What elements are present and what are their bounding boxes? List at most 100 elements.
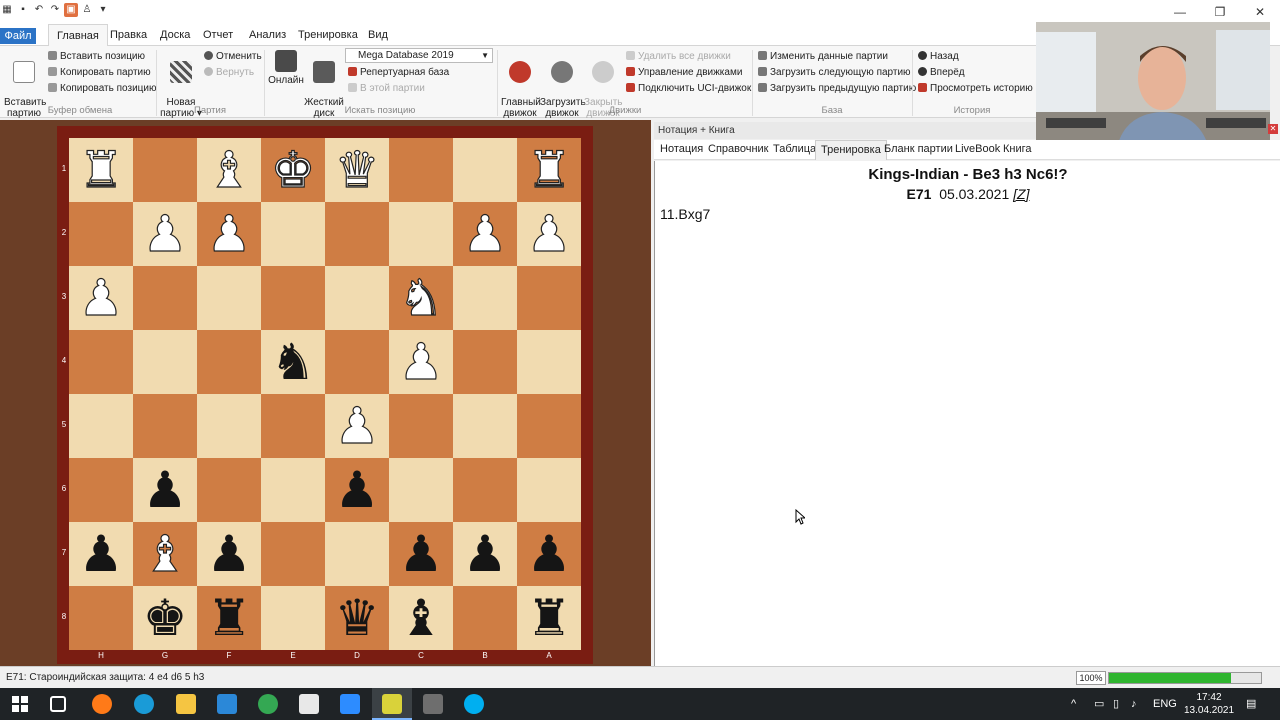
board-square[interactable]: ♝: [389, 586, 453, 650]
notation-pane[interactable]: Kings-Indian - Be3 h3 Nc6!? E71 05.03.20…: [654, 161, 1280, 666]
windows-start-icon[interactable]: [10, 694, 30, 714]
board-square[interactable]: ♟: [69, 522, 133, 586]
tab-reference[interactable]: Справочник: [708, 143, 769, 155]
board-square[interactable]: ♜: [517, 586, 581, 650]
board-square[interactable]: ♟: [197, 202, 261, 266]
board-square[interactable]: [453, 394, 517, 458]
connect-uci-button[interactable]: Подключить UCI-движок: [626, 83, 751, 95]
customize-qat-icon[interactable]: ▾: [96, 3, 110, 17]
black-pawn-icon[interactable]: ♟: [527, 529, 572, 579]
tab-table[interactable]: Таблица: [773, 143, 816, 155]
board-square[interactable]: [453, 138, 517, 202]
board-square[interactable]: [325, 266, 389, 330]
repertoire-db-button[interactable]: Репертуарная база: [348, 67, 449, 79]
board-square[interactable]: ♚: [261, 138, 325, 202]
board-square[interactable]: [133, 266, 197, 330]
volume-icon[interactable]: ♪: [1131, 688, 1137, 720]
white-bishop-icon[interactable]: ♝: [142, 528, 188, 579]
white-queen-icon[interactable]: ♛: [334, 144, 380, 195]
board-square[interactable]: [453, 586, 517, 650]
board-square[interactable]: [389, 394, 453, 458]
redo-icon[interactable]: ↷: [48, 3, 62, 17]
redo-button[interactable]: Вернуть: [204, 67, 254, 79]
board-square[interactable]: [69, 202, 133, 266]
black-queen-icon[interactable]: ♛: [335, 593, 380, 643]
load-previous-game-button[interactable]: Загрузить предыдущую партию: [758, 83, 916, 95]
board-square[interactable]: [453, 458, 517, 522]
edit-game-data-button[interactable]: Изменить данные партии: [758, 51, 888, 63]
board-square[interactable]: [133, 138, 197, 202]
black-king-icon[interactable]: ♚: [143, 593, 188, 643]
remove-all-engines-button[interactable]: Удалить все движки: [626, 51, 731, 63]
chess-engine-icon[interactable]: [423, 694, 443, 714]
board-square[interactable]: [517, 330, 581, 394]
chrome-icon[interactable]: [258, 694, 278, 714]
board-square[interactable]: ♟: [197, 522, 261, 586]
minimize-button[interactable]: —: [1160, 0, 1200, 24]
board-square[interactable]: [261, 202, 325, 266]
main-engine-button[interactable]: Главный движок: [501, 50, 541, 119]
board-square[interactable]: ♟: [389, 522, 453, 586]
board-square[interactable]: ♝: [133, 522, 197, 586]
white-king-icon[interactable]: ♚: [270, 144, 316, 195]
white-pawn-icon[interactable]: ♟: [78, 272, 124, 323]
save-icon[interactable]: ▪: [16, 3, 30, 17]
tab-livebook[interactable]: LiveBook: [955, 143, 1000, 155]
board-square[interactable]: [197, 394, 261, 458]
board-square[interactable]: [517, 458, 581, 522]
board-square[interactable]: [325, 522, 389, 586]
network-icon[interactable]: ▭: [1094, 688, 1104, 720]
board-square[interactable]: ♞: [261, 330, 325, 394]
board-square[interactable]: ♝: [197, 138, 261, 202]
view-history-button[interactable]: Просмотреть историю: [918, 83, 1033, 95]
board-square[interactable]: [261, 522, 325, 586]
file-explorer-icon[interactable]: [176, 694, 196, 714]
board-square[interactable]: ♟: [517, 522, 581, 586]
black-pawn-icon[interactable]: ♟: [463, 529, 508, 579]
load-next-game-button[interactable]: Загрузить следующую партию: [758, 67, 911, 79]
board-square[interactable]: [389, 202, 453, 266]
edge-icon[interactable]: [134, 694, 154, 714]
undo-icon[interactable]: ↶: [32, 3, 46, 17]
white-pawn-icon[interactable]: ♟: [398, 336, 444, 387]
copy-position-button[interactable]: Копировать позицию: [48, 83, 156, 95]
white-pawn-icon[interactable]: ♟: [206, 208, 252, 259]
tab-scoresheet[interactable]: Бланк партии: [884, 143, 953, 155]
board-square[interactable]: [197, 330, 261, 394]
black-knight-icon[interactable]: ♞: [271, 337, 316, 387]
board-square[interactable]: [453, 266, 517, 330]
manage-engines-button[interactable]: Управление движками: [626, 67, 742, 79]
white-pawn-icon[interactable]: ♟: [526, 208, 572, 259]
white-bishop-icon[interactable]: ♝: [206, 144, 252, 195]
board-square[interactable]: [133, 394, 197, 458]
white-rook-icon[interactable]: ♜: [526, 144, 572, 195]
tab-file[interactable]: Файл: [0, 28, 36, 44]
board-square[interactable]: [325, 202, 389, 266]
white-pawn-icon[interactable]: ♟: [334, 400, 380, 451]
board-square[interactable]: [389, 138, 453, 202]
white-pawn-icon[interactable]: ♟: [462, 208, 508, 259]
language-indicator[interactable]: ENG: [1153, 688, 1177, 720]
board-square[interactable]: [389, 458, 453, 522]
clock[interactable]: 17:42 13.04.2021: [1184, 691, 1234, 717]
skype-icon[interactable]: [464, 694, 484, 714]
board-square[interactable]: ♜: [69, 138, 133, 202]
move-list[interactable]: 11.Bxg7: [660, 206, 710, 222]
board-square[interactable]: ♟: [517, 202, 581, 266]
load-engine-button[interactable]: Загрузить движок: [540, 50, 586, 119]
black-rook-icon[interactable]: ♜: [207, 593, 252, 643]
board-square[interactable]: [261, 458, 325, 522]
board-square[interactable]: ♟: [133, 202, 197, 266]
paste-position-button[interactable]: Вставить позицию: [48, 51, 145, 63]
database-select[interactable]: Mega Database 2019 ▼: [345, 48, 493, 63]
board-square[interactable]: ♟: [69, 266, 133, 330]
store-icon[interactable]: [299, 694, 319, 714]
white-pawn-icon[interactable]: ♟: [142, 208, 188, 259]
undo-button[interactable]: Отменить: [204, 51, 262, 63]
board-square[interactable]: ♜: [197, 586, 261, 650]
white-knight-icon[interactable]: ♞: [398, 272, 444, 323]
board-icon[interactable]: ▣: [64, 3, 78, 17]
firefox-icon[interactable]: [92, 694, 112, 714]
tab-training[interactable]: Тренировка: [298, 24, 358, 46]
forward-button[interactable]: Вперёд: [918, 67, 965, 79]
